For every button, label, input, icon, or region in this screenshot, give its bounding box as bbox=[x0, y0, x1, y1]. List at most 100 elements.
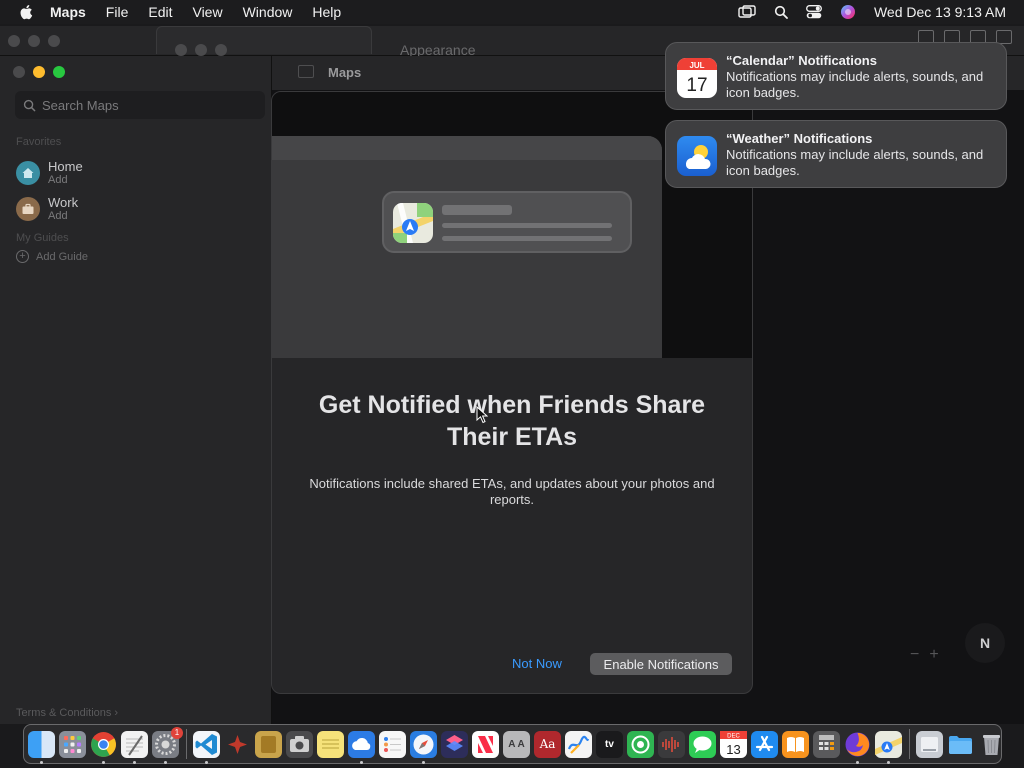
finder-icon[interactable] bbox=[28, 730, 55, 764]
stickies-icon[interactable] bbox=[317, 730, 344, 758]
calendar-notification-title: “Calendar” Notifications bbox=[726, 53, 877, 68]
dock: 1 A A Aa tv DEC 13 bbox=[23, 724, 1002, 764]
bg-minimize-button[interactable] bbox=[28, 35, 40, 47]
sheet-illustration bbox=[272, 136, 662, 358]
search-icon bbox=[23, 99, 36, 111]
textedit-icon[interactable] bbox=[121, 730, 148, 764]
favorite-work[interactable]: Work Add bbox=[16, 195, 78, 222]
messages-icon[interactable] bbox=[689, 730, 716, 758]
favorite-home-sub: Add bbox=[48, 174, 68, 186]
mouse-cursor-icon bbox=[476, 406, 488, 424]
home-icon bbox=[16, 160, 40, 185]
icloud-drive-icon[interactable] bbox=[348, 730, 375, 764]
vscode-icon[interactable] bbox=[193, 730, 220, 764]
font-book-icon[interactable]: A A bbox=[503, 730, 530, 758]
menu-edit[interactable]: Edit bbox=[148, 4, 172, 20]
sheet-body: Notifications include shared ETAs, and u… bbox=[309, 476, 715, 507]
favorite-work-label: Work bbox=[48, 195, 79, 210]
maps-dock-icon[interactable] bbox=[875, 730, 902, 764]
minimize-button[interactable] bbox=[33, 66, 45, 78]
spotlight-search-icon[interactable] bbox=[774, 5, 788, 19]
downloads-stack-icon[interactable] bbox=[916, 730, 943, 758]
favorite-work-sub: Add bbox=[48, 210, 68, 222]
calendar-dock-icon[interactable]: DEC 13 bbox=[720, 730, 747, 758]
launchpad-icon[interactable] bbox=[59, 730, 86, 758]
bg-close-button[interactable] bbox=[8, 35, 20, 47]
calendar-notification-body: Notifications may include alerts, sounds… bbox=[726, 69, 984, 100]
apple-menu-icon[interactable] bbox=[18, 3, 36, 21]
enable-notifications-button[interactable]: Enable Notifications bbox=[590, 653, 732, 675]
window-title: Maps bbox=[328, 65, 362, 80]
calendar-icon: JUL 17 bbox=[677, 58, 717, 98]
add-guide-label: Add Guide bbox=[36, 250, 88, 263]
screen-mirroring-icon[interactable] bbox=[738, 5, 756, 19]
terms-link[interactable]: Terms & Conditions › bbox=[16, 707, 118, 719]
menu-app-name[interactable]: Maps bbox=[50, 4, 86, 20]
app-store-icon[interactable] bbox=[751, 730, 778, 758]
dock-separator bbox=[186, 729, 187, 759]
compass-label: N bbox=[979, 635, 991, 651]
system-settings-icon[interactable]: 1 bbox=[152, 726, 183, 764]
search-input[interactable]: Search Maps bbox=[15, 91, 265, 119]
maps-app-icon bbox=[393, 203, 433, 243]
menu-view[interactable]: View bbox=[192, 4, 222, 20]
weather-notification-body: Notifications may include alerts, sounds… bbox=[726, 147, 984, 178]
safari-icon[interactable] bbox=[410, 730, 437, 764]
zoom-button[interactable] bbox=[53, 66, 65, 78]
screenshot-icon[interactable] bbox=[286, 730, 313, 758]
favorite-home-label: Home bbox=[48, 159, 83, 174]
notes-app-icon[interactable] bbox=[255, 730, 282, 758]
favorite-home[interactable]: Home Add bbox=[16, 159, 83, 186]
find-my-icon[interactable] bbox=[627, 730, 654, 758]
svg-text:17: 17 bbox=[686, 75, 707, 96]
add-guide-button[interactable]: + Add Guide bbox=[16, 250, 88, 263]
calculator-icon[interactable] bbox=[813, 730, 840, 758]
bg-zoom-button[interactable] bbox=[48, 35, 60, 47]
zoom-in-button[interactable]: + bbox=[929, 646, 948, 663]
menu-file[interactable]: File bbox=[106, 4, 129, 20]
trash-icon[interactable] bbox=[978, 731, 1005, 758]
close-button[interactable] bbox=[13, 66, 25, 78]
not-now-button[interactable]: Not Now bbox=[512, 656, 562, 671]
firefox-icon[interactable] bbox=[844, 731, 871, 764]
siri-icon[interactable] bbox=[840, 4, 856, 20]
weather-notification-title: “Weather” Notifications bbox=[726, 131, 873, 146]
search-placeholder: Search Maps bbox=[42, 97, 119, 113]
menu-help[interactable]: Help bbox=[312, 4, 341, 20]
svg-text:DEC: DEC bbox=[727, 733, 740, 739]
sidebar-toggle-icon[interactable] bbox=[298, 65, 314, 78]
folder-icon[interactable] bbox=[947, 731, 974, 758]
weather-notification[interactable]: “Weather” Notifications Notifications ma… bbox=[665, 120, 1007, 188]
menu-window[interactable]: Window bbox=[243, 4, 293, 20]
freeform-icon[interactable] bbox=[565, 730, 592, 758]
menubar-clock[interactable]: Wed Dec 13 9:13 AM bbox=[874, 4, 1006, 20]
sheet-title: Get Notified when Friends Share Their ET… bbox=[318, 391, 706, 451]
dictionary-icon[interactable]: Aa bbox=[534, 730, 561, 758]
favorites-heading: Favorites bbox=[16, 136, 62, 148]
background-window-tab bbox=[156, 26, 372, 56]
books-icon[interactable] bbox=[782, 730, 809, 758]
compass-button[interactable]: N bbox=[965, 623, 1005, 663]
apple-tv-icon[interactable]: tv bbox=[596, 730, 623, 758]
control-center-icon[interactable] bbox=[806, 5, 822, 19]
weather-icon bbox=[677, 136, 717, 176]
zoom-controls: −+ bbox=[910, 646, 949, 664]
system-settings-badge: 1 bbox=[171, 726, 183, 739]
pixel-art-app-icon[interactable] bbox=[224, 730, 251, 758]
shortcuts-icon[interactable] bbox=[441, 730, 468, 758]
svg-text:JUL: JUL bbox=[689, 61, 704, 70]
briefcase-icon bbox=[16, 196, 40, 221]
my-guides-heading: My Guides bbox=[16, 232, 69, 244]
zoom-out-button[interactable]: − bbox=[910, 646, 929, 663]
illustration-notification-card bbox=[382, 191, 632, 253]
reminders-icon[interactable] bbox=[379, 730, 406, 758]
voice-memos-icon[interactable] bbox=[658, 730, 685, 758]
maps-sidebar: Search Maps Favorites Home Add Work Add … bbox=[0, 56, 272, 724]
news-icon[interactable] bbox=[472, 730, 499, 758]
calendar-notification[interactable]: JUL 17 “Calendar” Notifications Notifica… bbox=[665, 42, 1007, 110]
menu-bar: Maps File Edit View Window Help Wed Dec … bbox=[0, 0, 1024, 24]
svg-text:13: 13 bbox=[726, 742, 740, 757]
dock-separator-2 bbox=[909, 729, 910, 759]
plus-circle-icon: + bbox=[16, 250, 29, 263]
chrome-icon[interactable] bbox=[90, 731, 117, 764]
